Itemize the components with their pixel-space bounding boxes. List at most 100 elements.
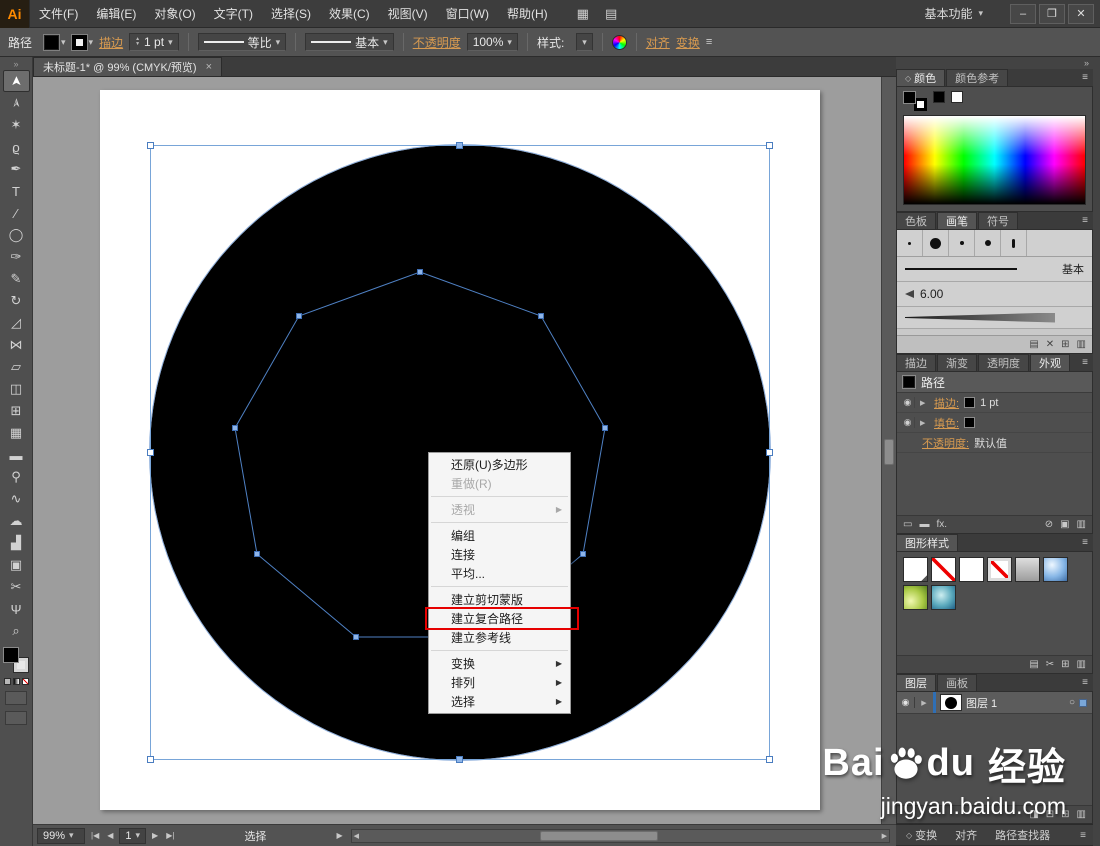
- visibility-eye-icon[interactable]: ◉: [901, 417, 915, 428]
- style-white[interactable]: [959, 557, 984, 582]
- tab-transparency[interactable]: 透明度: [978, 354, 1029, 371]
- polygon-anchor-point[interactable]: [580, 551, 586, 557]
- layer-visibility-icon[interactable]: ◉: [897, 697, 915, 708]
- bbox-handle-top-right[interactable]: [766, 142, 773, 149]
- direct-selection-tool[interactable]: ➢: [3, 92, 30, 114]
- artboard-tool[interactable]: ▣: [3, 554, 30, 576]
- horizontal-scrollbar[interactable]: ◀ ▶: [350, 828, 890, 843]
- color-panel-menu-icon[interactable]: ≡: [1077, 72, 1093, 83]
- style-none[interactable]: [931, 557, 956, 582]
- new-graphic-style-icon[interactable]: ⊞: [1061, 659, 1069, 670]
- opacity-panel-link[interactable]: 不透明度: [413, 34, 461, 51]
- context-menu-item[interactable]: 平均...: [429, 564, 570, 583]
- fill-stroke-control[interactable]: [4, 648, 28, 672]
- opacity-select[interactable]: 100% ▾: [466, 33, 518, 51]
- artboard-number-field[interactable]: 1 ▾: [119, 827, 147, 844]
- new-layer-icon[interactable]: ⊞: [1061, 809, 1069, 820]
- app-logo[interactable]: Ai: [0, 0, 30, 28]
- style-gray[interactable]: [1015, 557, 1040, 582]
- style-none-small[interactable]: [987, 557, 1012, 582]
- menubar-item[interactable]: 效果(C): [320, 0, 379, 27]
- style-blue-gradient[interactable]: [1043, 557, 1068, 582]
- rotate-tool[interactable]: ↻: [3, 290, 30, 312]
- stro ke-width-stepper[interactable]: ▲ ▼ 1 pt ▾: [129, 33, 179, 51]
- context-menu-item[interactable]: 选择 ▶: [429, 692, 570, 711]
- paintbrush-tool[interactable]: ✑: [3, 246, 30, 268]
- add-new-stroke-icon[interactable]: ▭: [903, 519, 912, 530]
- layer-target-icon[interactable]: ○: [1069, 697, 1075, 708]
- minimize-button[interactable]: –: [1010, 3, 1036, 24]
- layer-expand-icon[interactable]: ▶: [919, 699, 929, 707]
- tab-gradient[interactable]: 渐变: [937, 354, 977, 371]
- clear-appearance-icon[interactable]: ⊘: [1045, 519, 1053, 530]
- tab-brushes[interactable]: 画笔: [937, 212, 977, 229]
- context-menu-item[interactable]: 建立剪切蒙版: [429, 590, 570, 609]
- last-artboard-button[interactable]: ▶|: [164, 831, 176, 840]
- eyedropper-tool[interactable]: ⚲: [3, 466, 30, 488]
- remove-brush-stroke-icon[interactable]: ✕: [1046, 339, 1054, 350]
- charcoal-brush-row[interactable]: [897, 307, 1092, 329]
- calligraphic-brush-swatch[interactable]: [949, 230, 975, 256]
- calligraphic-brush-swatch[interactable]: [897, 230, 923, 256]
- first-artboard-button[interactable]: |◀: [89, 831, 101, 840]
- appearance-panel-menu-icon[interactable]: ≡: [1077, 357, 1093, 368]
- bbox-handle-middle-left[interactable]: [147, 448, 154, 456]
- style-default[interactable]: [903, 557, 928, 582]
- column-graph-tool[interactable]: ▟: [3, 532, 30, 554]
- brush-definition-select[interactable]: 基本 ▾: [305, 33, 394, 51]
- style-select[interactable]: ▾: [576, 33, 593, 51]
- delete-graphic-style-icon[interactable]: ▥: [1077, 659, 1086, 670]
- menubar-item[interactable]: 帮助(H): [498, 0, 557, 27]
- add-new-effect-icon[interactable]: fx.: [936, 519, 947, 530]
- bbox-handle-bottom-right[interactable]: [766, 756, 773, 763]
- type-tool[interactable]: T: [3, 180, 30, 202]
- collapse-dock-icon[interactable]: »: [1084, 58, 1089, 68]
- menubar-item[interactable]: 视图(V): [379, 0, 437, 27]
- opacity-attribute-link[interactable]: 不透明度:: [922, 435, 969, 451]
- tab-align[interactable]: 对齐: [947, 826, 985, 844]
- align-panel-link[interactable]: 对齐: [646, 34, 670, 51]
- previous-artboard-button[interactable]: ◀: [105, 831, 115, 840]
- canvas[interactable]: 还原(U)多边形 重做(R) 透视 ▶ 编组 连接 平均... 建立剪切蒙版 建…: [33, 77, 881, 824]
- ellipse-tool[interactable]: ◯: [3, 224, 30, 246]
- delete-item-icon[interactable]: ▥: [1077, 519, 1086, 530]
- tab-color[interactable]: ◇ 颜色: [896, 69, 946, 86]
- screen-mode-button[interactable]: [5, 711, 27, 725]
- tab-color-guide[interactable]: 颜色参考: [946, 69, 1009, 86]
- context-menu-item[interactable]: 连接: [429, 545, 570, 564]
- width-tool[interactable]: ⋈: [3, 334, 30, 356]
- none-mode-button[interactable]: [21, 678, 29, 685]
- bbox-handle-top-center[interactable]: [456, 142, 463, 149]
- polygon-anchor-point[interactable]: [232, 425, 238, 431]
- symbol-sprayer-tool[interactable]: ☁: [3, 510, 30, 532]
- graphic-styles-menu-icon[interactable]: ≡: [1077, 537, 1093, 548]
- gradient-mode-button[interactable]: [12, 678, 20, 685]
- toolbar-grip-icon[interactable]: »: [13, 57, 18, 70]
- scale-tool[interactable]: ◿: [3, 312, 30, 334]
- new-brush-icon[interactable]: ⊞: [1061, 339, 1069, 350]
- layer-row[interactable]: ◉ ▶ 图层 1 ○: [897, 692, 1092, 714]
- vertical-scrollbar[interactable]: [881, 77, 896, 824]
- polygon-anchor-point[interactable]: [417, 269, 423, 275]
- perspective-grid-tool[interactable]: ⊞: [3, 400, 30, 422]
- duplicate-item-icon[interactable]: ▣: [1060, 519, 1069, 530]
- calligraphic-brush-swatch[interactable]: [923, 230, 949, 256]
- expand-triangle-icon[interactable]: ▶: [920, 399, 929, 407]
- bbox-handle-bottom-left[interactable]: [147, 756, 154, 763]
- zoom-level-select[interactable]: 99% ▾: [37, 827, 85, 844]
- tab-stroke[interactable]: 描边: [896, 354, 936, 371]
- shape-builder-tool[interactable]: ◫: [3, 378, 30, 400]
- next-artboard-button[interactable]: ▶: [150, 831, 160, 840]
- tab-graphic-styles[interactable]: 图形样式: [896, 534, 958, 551]
- tab-symbols[interactable]: 符号: [978, 212, 1018, 229]
- blend-tool[interactable]: ∿: [3, 488, 30, 510]
- calligraphic-brush-swatch[interactable]: [1001, 230, 1027, 256]
- context-menu-item[interactable]: 排列 ▶: [429, 673, 570, 692]
- style-organic-green[interactable]: [903, 585, 928, 610]
- close-button[interactable]: ✕: [1068, 3, 1094, 24]
- style-libraries-icon[interactable]: ▤: [1029, 659, 1038, 670]
- tab-pathfinder[interactable]: 路径查找器: [987, 826, 1058, 844]
- arrange-documents-icon[interactable]: ▤: [605, 6, 617, 22]
- stroke-color-dropdown[interactable]: ▾: [71, 34, 93, 50]
- fill-color-control[interactable]: [4, 648, 18, 662]
